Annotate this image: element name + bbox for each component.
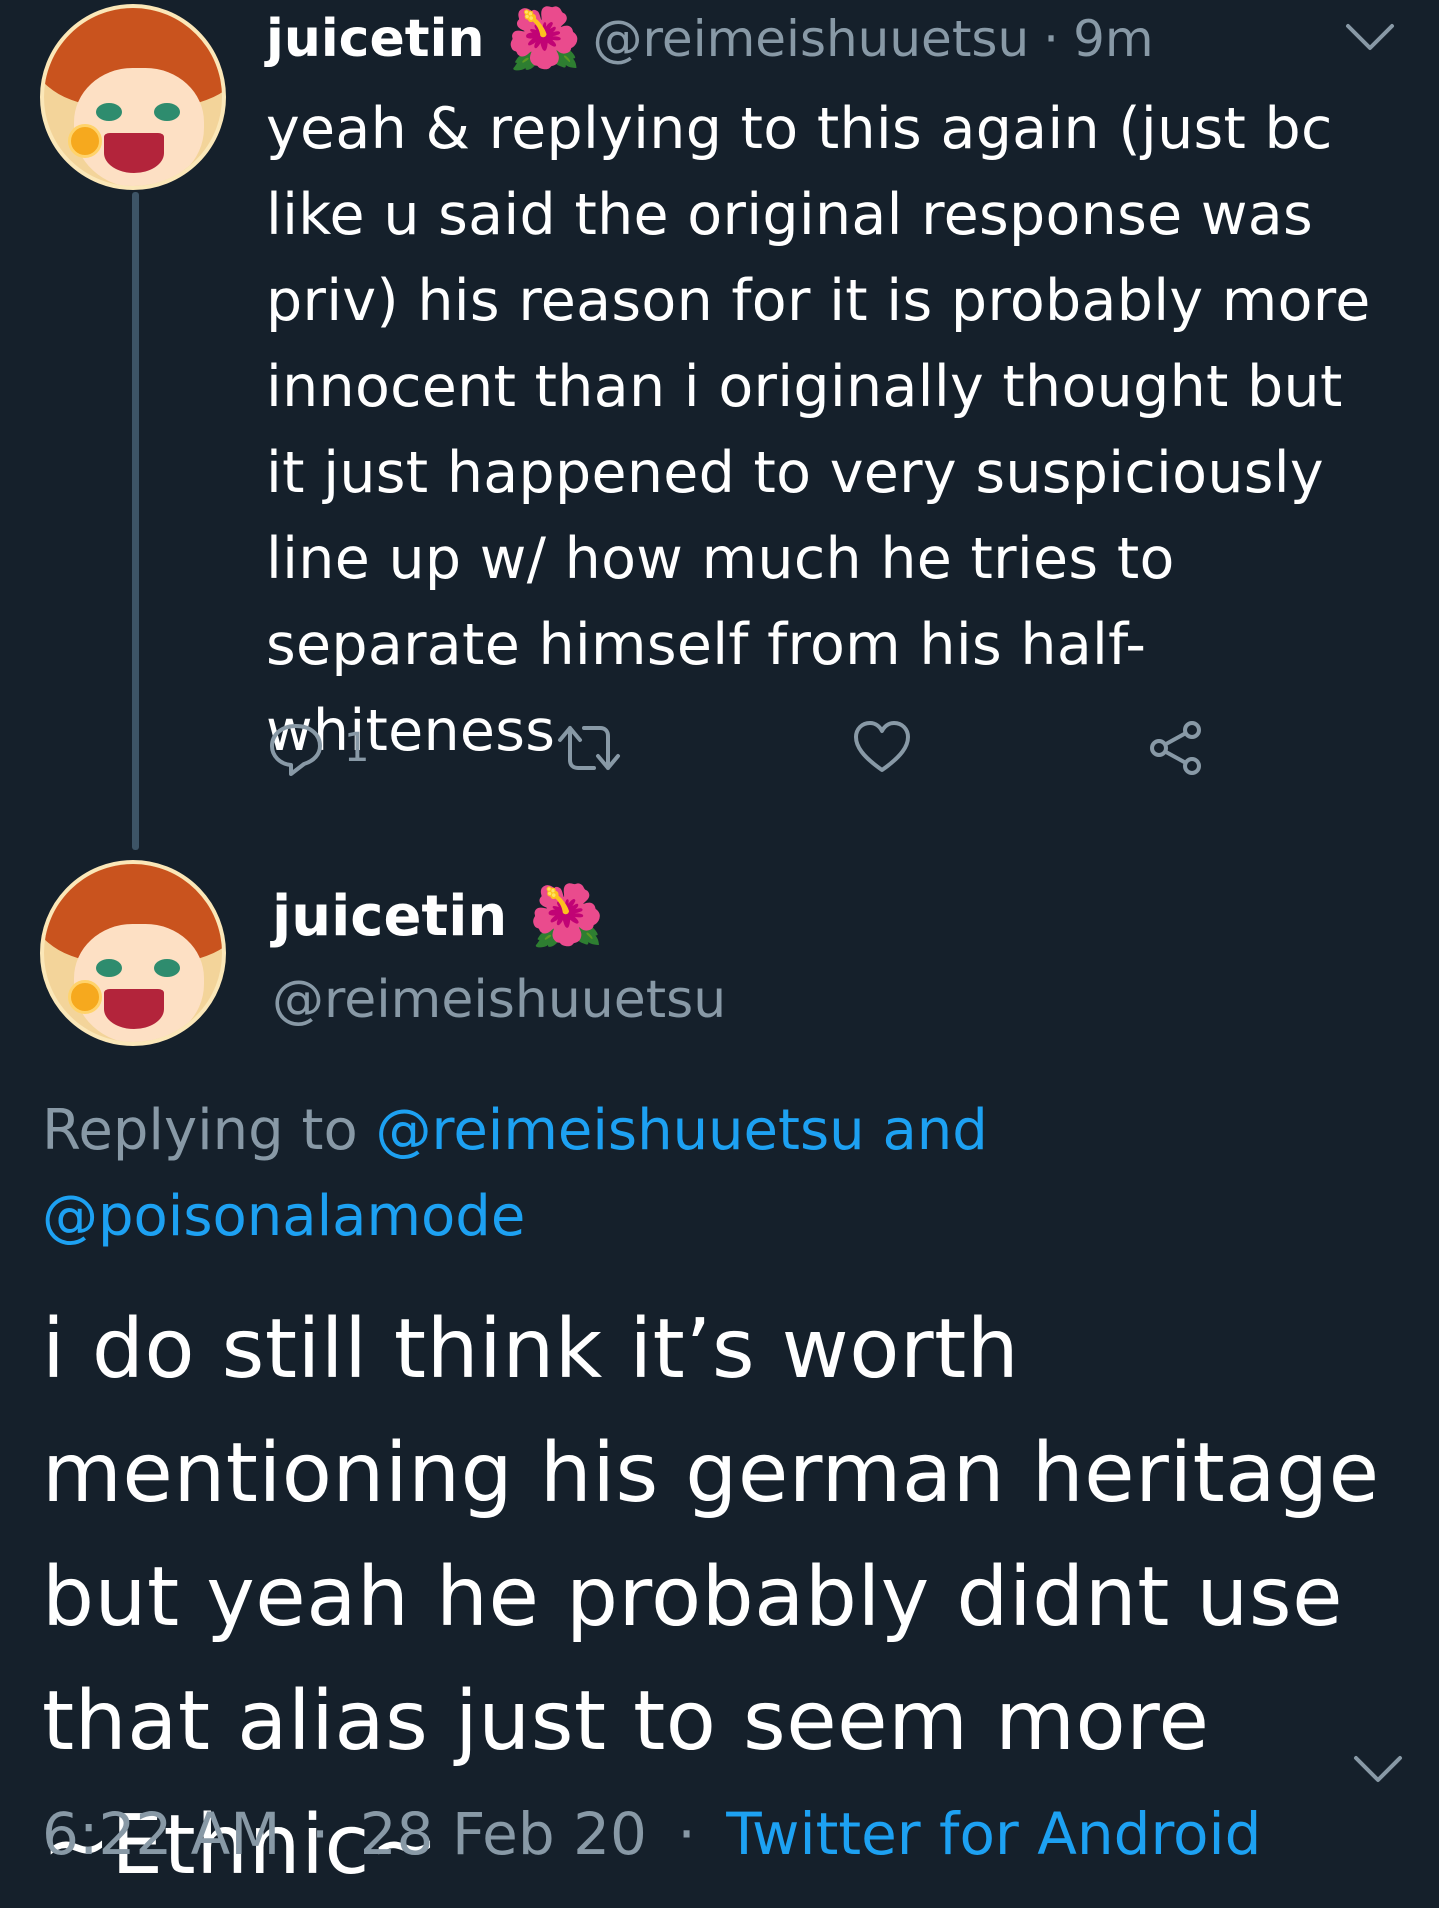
reply-button[interactable]: 1	[266, 712, 369, 784]
tweet-header: juicetin 🌺 @reimeishuuetsu · 9m	[266, 4, 1154, 74]
retweet-icon	[558, 726, 620, 770]
share-button[interactable]	[1146, 712, 1206, 784]
reply-icon	[270, 724, 322, 776]
tweet-time: 6:22 AM	[42, 1800, 281, 1868]
separator: ·	[310, 1800, 330, 1868]
handle[interactable]: @reimeishuuetsu	[272, 970, 726, 1030]
replying-and[interactable]: and	[882, 1098, 987, 1163]
thread-connector-line	[132, 192, 139, 850]
timestamp[interactable]: 9m	[1073, 10, 1154, 68]
display-name[interactable]: juicetin	[272, 884, 507, 949]
mention-link[interactable]: @reimeishuuetsu	[376, 1098, 865, 1163]
mention-link[interactable]: @poisonalamode	[42, 1184, 525, 1249]
chevron-down-icon[interactable]	[1342, 16, 1398, 56]
replying-to: Replying to @reimeishuuetsu and @poisona…	[42, 1088, 1242, 1260]
display-name[interactable]: juicetin	[266, 9, 484, 69]
tweet-meta: 6:22 AM · 28 Feb 20 · Twitter for Androi…	[42, 1794, 1422, 1874]
replying-prefix: Replying to	[42, 1098, 358, 1163]
source-link[interactable]: Twitter for Android	[726, 1800, 1261, 1868]
like-icon	[854, 721, 910, 772]
retweet-button[interactable]	[556, 712, 622, 784]
like-button[interactable]	[852, 712, 912, 784]
tweet-header: juicetin 🌺	[272, 880, 615, 952]
tweet-focused: juicetin 🌺 @reimeishuuetsu Replying to @…	[0, 860, 1439, 1893]
tweet-date: 28 Feb 20	[359, 1800, 647, 1868]
tweet-actions: 1	[266, 712, 1266, 784]
reply-count: 1	[344, 725, 370, 771]
tweet-text: yeah & replying to this again (just bc l…	[266, 96, 1371, 764]
share-icon	[1150, 721, 1201, 775]
separator: ·	[677, 1800, 696, 1868]
hibiscus-emoji: 🌺	[529, 881, 604, 951]
hibiscus-emoji: 🌺	[506, 4, 582, 74]
separator: ·	[1043, 10, 1060, 68]
tweet-parent[interactable]: juicetin 🌺 @reimeishuuetsu · 9m yeah & r…	[0, 0, 1439, 860]
avatar[interactable]	[40, 860, 226, 1046]
avatar[interactable]	[40, 4, 226, 190]
handle[interactable]: @reimeishuuetsu	[592, 10, 1029, 68]
